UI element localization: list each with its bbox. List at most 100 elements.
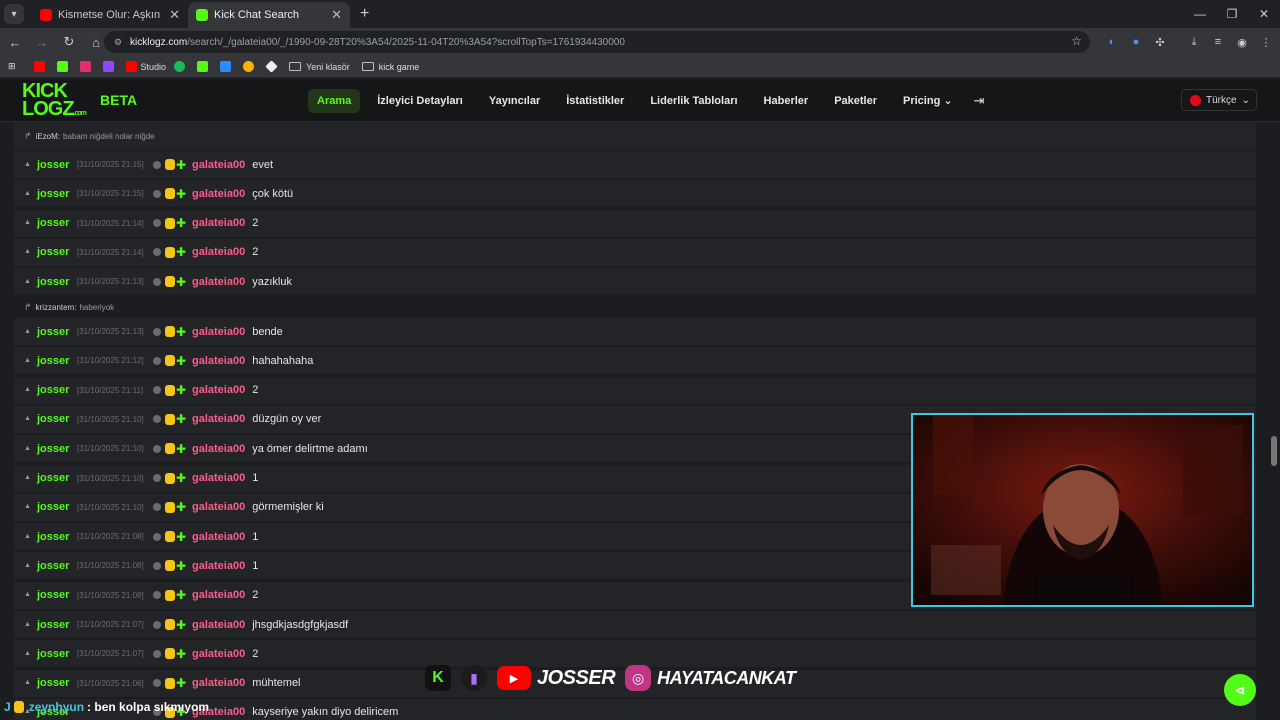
- chat-channel[interactable]: galateia00: [192, 501, 245, 513]
- chat-channel[interactable]: galateia00: [192, 413, 245, 425]
- language-select[interactable]: Türkçe ⌄: [1181, 89, 1257, 111]
- reload-icon[interactable]: ↻: [57, 30, 81, 54]
- info-icon[interactable]: [153, 356, 161, 365]
- back-icon[interactable]: ←: [3, 30, 27, 54]
- chat-username[interactable]: josser: [37, 159, 73, 171]
- browser-tab[interactable]: Kismetse Olur: Aşkın Gücü 3. Se ✕: [32, 2, 188, 28]
- info-icon[interactable]: [153, 620, 161, 629]
- nav-haberler[interactable]: Haberler: [755, 89, 818, 113]
- info-icon[interactable]: [153, 679, 161, 688]
- bookmark-instagram[interactable]: [79, 61, 95, 72]
- info-icon[interactable]: [153, 160, 161, 169]
- bookmark-twitch[interactable]: [102, 61, 118, 72]
- close-window-icon[interactable]: ✕: [1248, 0, 1280, 28]
- bookmark-spotify[interactable]: [174, 61, 189, 72]
- browser-tab-active[interactable]: Kick Chat Search ✕: [188, 2, 350, 28]
- info-icon[interactable]: [153, 415, 161, 424]
- chat-username[interactable]: josser: [37, 384, 73, 396]
- nav-izleyici-detaylari[interactable]: İzleyici Detayları: [368, 89, 472, 113]
- share-button[interactable]: ⋖: [1224, 674, 1256, 706]
- info-icon[interactable]: [153, 386, 161, 395]
- chat-username[interactable]: josser: [37, 443, 73, 455]
- download-icon[interactable]: ⤓: [1182, 30, 1206, 54]
- scrollbar-thumb[interactable]: [1271, 436, 1277, 466]
- bookmark-kick-2[interactable]: [197, 61, 212, 72]
- chat-username[interactable]: josser: [37, 246, 73, 258]
- chat-username[interactable]: josser: [37, 648, 73, 660]
- info-icon[interactable]: [153, 327, 161, 336]
- info-icon[interactable]: [153, 277, 161, 286]
- info-icon[interactable]: [153, 591, 161, 600]
- chat-channel[interactable]: galateia00: [192, 619, 245, 631]
- profile-avatar-icon[interactable]: ◉: [1230, 30, 1254, 54]
- bookmark-ext-3[interactable]: [265, 60, 281, 73]
- chat-username[interactable]: josser: [37, 413, 73, 425]
- chat-channel[interactable]: galateia00: [192, 159, 245, 171]
- bookmark-folder-kick-game[interactable]: kick game: [361, 62, 419, 72]
- nav-paketler[interactable]: Paketler: [825, 89, 886, 113]
- info-icon[interactable]: [153, 189, 161, 198]
- minimize-icon[interactable]: —: [1184, 0, 1216, 28]
- bookmark-star-icon[interactable]: ☆: [1071, 34, 1082, 48]
- chat-channel[interactable]: galateia00: [192, 560, 245, 572]
- chat-channel[interactable]: galateia00: [192, 326, 245, 338]
- restore-icon[interactable]: ❐: [1216, 0, 1248, 28]
- info-icon[interactable]: [153, 219, 161, 228]
- chat-channel[interactable]: galateia00: [192, 384, 245, 396]
- extension-icon[interactable]: ◐: [1100, 30, 1124, 54]
- chat-channel[interactable]: galateia00: [192, 355, 245, 367]
- info-icon[interactable]: [153, 474, 161, 482]
- chat-username[interactable]: josser: [37, 217, 73, 229]
- info-icon[interactable]: [153, 444, 161, 453]
- chat-username[interactable]: josser: [37, 531, 73, 543]
- kicklogz-logo[interactable]: KICK LOGZ.com: [22, 81, 92, 120]
- chat-username[interactable]: josser: [37, 589, 73, 601]
- chat-channel[interactable]: galateia00: [192, 443, 245, 455]
- bookmark-ext-2[interactable]: [243, 61, 258, 72]
- nav-liderlik-tablolari[interactable]: Liderlik Tabloları: [641, 89, 746, 113]
- tab-close-icon[interactable]: ✕: [331, 7, 342, 23]
- browser-menu-icon[interactable]: ⋮: [1254, 30, 1278, 54]
- chat-channel[interactable]: galateia00: [192, 246, 245, 258]
- chat-username[interactable]: josser: [37, 619, 73, 631]
- chat-username[interactable]: josser: [37, 276, 73, 288]
- chat-username[interactable]: josser: [37, 501, 73, 513]
- address-bar[interactable]: ⚙ kicklogz.com/search/_/galateia00/_/199…: [104, 31, 1090, 53]
- media-icon[interactable]: ≡: [1206, 30, 1230, 54]
- scrollbar[interactable]: [1268, 122, 1280, 720]
- extensions-puzzle-icon[interactable]: ✣: [1148, 30, 1172, 54]
- tab-close-icon[interactable]: ✕: [169, 7, 180, 23]
- nav-istatistikler[interactable]: İstatistikler: [557, 89, 633, 113]
- chat-username[interactable]: josser: [37, 472, 73, 484]
- chat-channel[interactable]: galateia00: [192, 589, 245, 601]
- chat-channel[interactable]: galateia00: [192, 648, 245, 660]
- tab-search-button[interactable]: ▾: [4, 4, 24, 24]
- bookmark-ext[interactable]: [220, 61, 235, 72]
- bookmark-kick[interactable]: [56, 61, 72, 72]
- bookmark-folder-yeni-klasor[interactable]: Yeni klasör: [289, 62, 350, 72]
- chat-username[interactable]: josser: [37, 188, 73, 200]
- chat-channel[interactable]: galateia00: [192, 677, 245, 689]
- login-icon[interactable]: ⇥: [974, 93, 985, 109]
- chat-channel[interactable]: galateia00: [192, 472, 245, 484]
- bookmark-studio[interactable]: Studio: [125, 61, 166, 72]
- info-icon[interactable]: [153, 532, 161, 541]
- chat-username[interactable]: josser: [37, 326, 73, 338]
- chat-channel[interactable]: galateia00: [192, 217, 245, 229]
- nav-arama[interactable]: Arama: [308, 88, 361, 113]
- chat-channel[interactable]: galateia00: [192, 188, 245, 200]
- nav-pricing[interactable]: Pricing ⌄: [894, 88, 962, 113]
- site-info-icon[interactable]: ⚙: [114, 37, 124, 47]
- info-icon[interactable]: [153, 649, 161, 658]
- info-icon[interactable]: [153, 561, 161, 570]
- chat-username[interactable]: josser: [37, 677, 73, 689]
- chat-username[interactable]: josser: [37, 560, 73, 572]
- forward-icon[interactable]: →: [30, 30, 54, 54]
- chat-username[interactable]: josser: [37, 355, 73, 367]
- new-tab-button[interactable]: +: [360, 5, 369, 23]
- info-icon[interactable]: [153, 503, 161, 512]
- bookmark-youtube[interactable]: [33, 61, 49, 72]
- chat-channel[interactable]: galateia00: [192, 276, 245, 288]
- apps-grid-icon[interactable]: ⊞: [8, 61, 16, 72]
- extension-icon[interactable]: ●: [1124, 30, 1148, 54]
